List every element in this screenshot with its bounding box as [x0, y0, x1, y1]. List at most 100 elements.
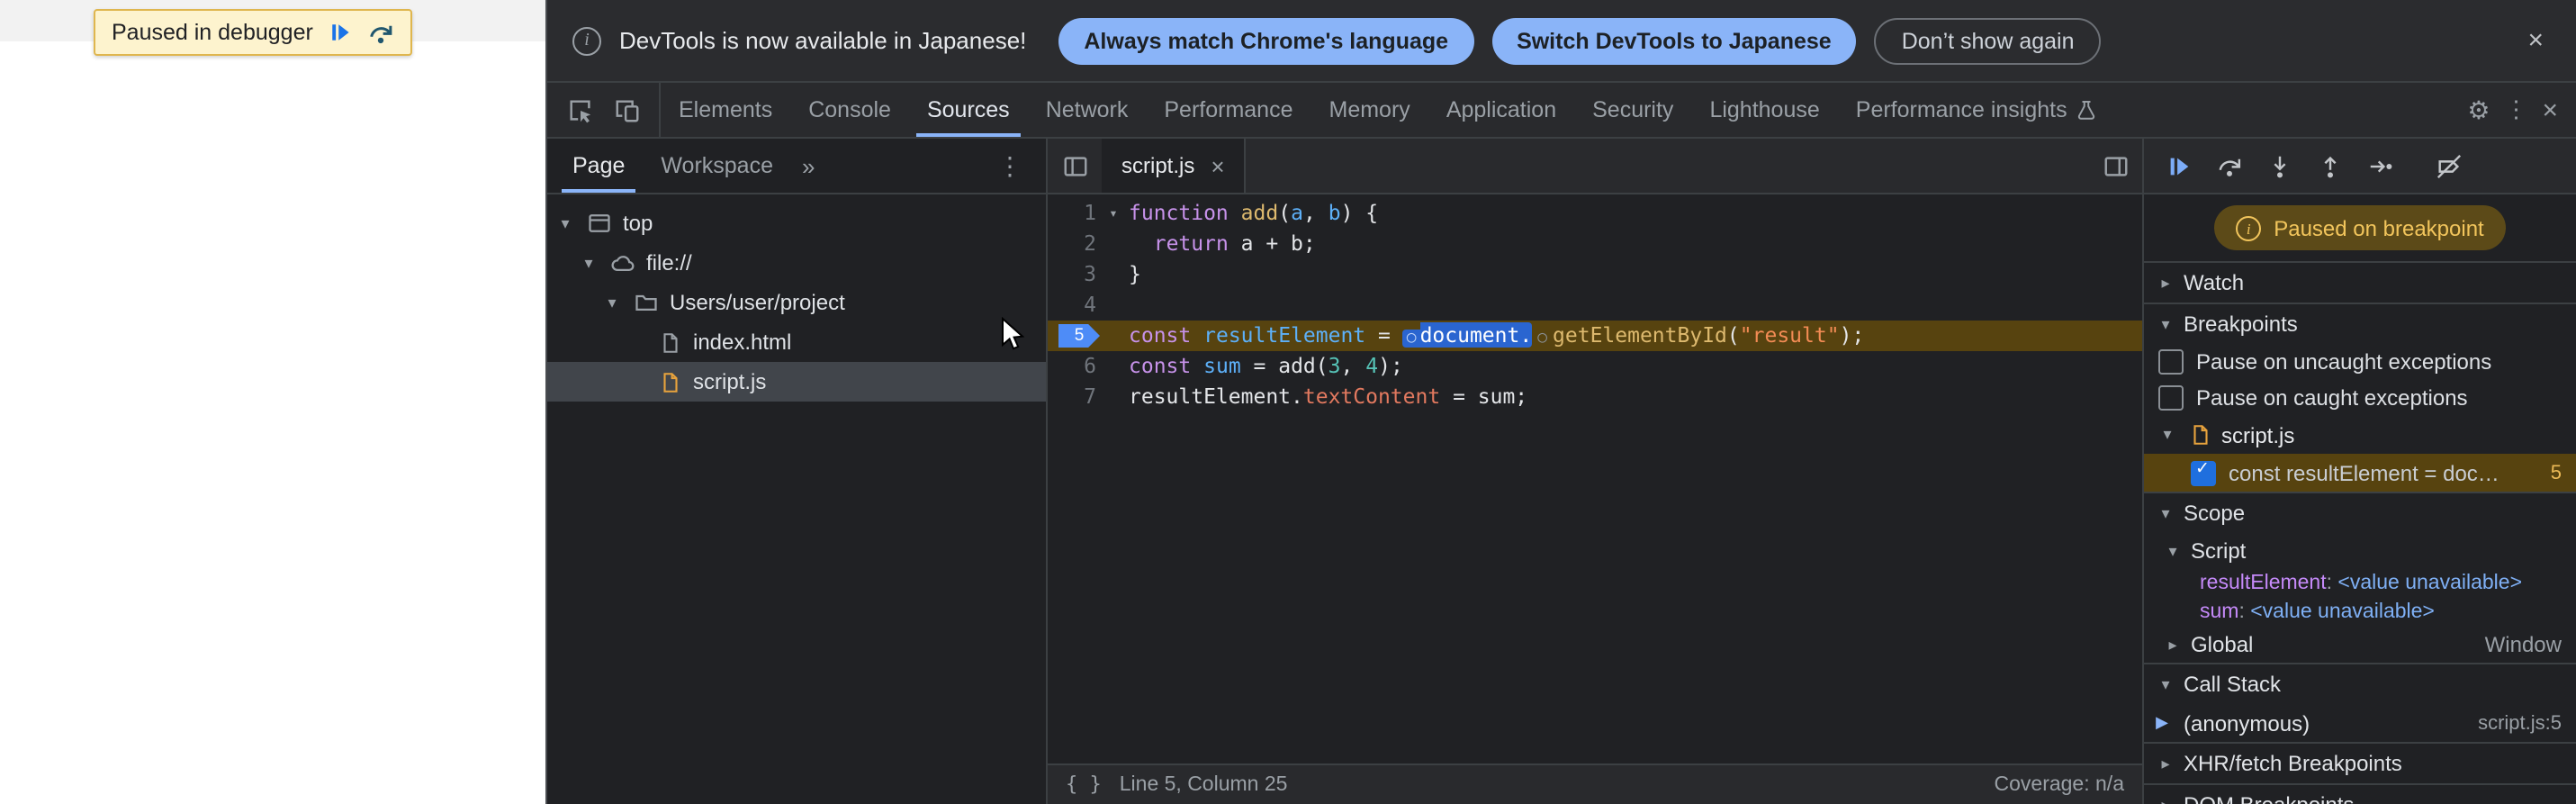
devtools-close-icon[interactable]: × — [2542, 95, 2558, 125]
pause-uncaught-exceptions-row[interactable]: Pause on uncaught exceptions — [2144, 344, 2576, 380]
chevron-down-icon[interactable]: ▾ — [578, 253, 599, 273]
infobar-close-icon[interactable]: × — [2520, 25, 2551, 56]
device-toolbar-icon[interactable] — [605, 88, 648, 131]
code-line-6[interactable]: 6 const sum = add(3, 4); — [1048, 351, 2142, 382]
code-line-7[interactable]: 7 resultElement.textContent = sum; — [1048, 382, 2142, 412]
tab-security[interactable]: Security — [1574, 83, 1691, 137]
code-area[interactable]: 1 ▾ function add(a, b) {2 return a + b; 3} 4… — [1048, 194, 2142, 763]
line-number[interactable]: 4 — [1048, 290, 1102, 321]
settings-gear-icon[interactable]: ⚙ — [2467, 95, 2490, 125]
tab-lighthouse[interactable]: Lighthouse — [1691, 83, 1837, 137]
resume-script-icon[interactable] — [328, 20, 353, 45]
step-over-icon[interactable] — [367, 19, 394, 46]
tree-item-label: file:// — [646, 250, 692, 276]
section-breakpoints[interactable]: ▾ Breakpoints — [2144, 303, 2576, 344]
navigator-menu-icon[interactable]: ⋮ — [981, 150, 1039, 181]
scope-script-row[interactable]: ▾ Script — [2144, 533, 2576, 569]
paused-badge-row: i Paused on breakpoint — [2144, 194, 2576, 261]
scope-variable-row[interactable]: resultElement: <value unavailable> — [2144, 569, 2576, 598]
breakpoint-entry-label: const resultElement = doc… — [2229, 460, 2499, 485]
chevron-down-icon: ▾ — [2168, 541, 2177, 559]
more-menu-icon[interactable]: ⋮ — [2500, 95, 2531, 124]
step-icon[interactable] — [2358, 144, 2403, 187]
step-into-icon[interactable] — [2257, 144, 2302, 187]
execution-line-marker[interactable]: 5 — [1048, 321, 1102, 351]
scope-global-row[interactable]: ▸ Global Window — [2144, 627, 2576, 663]
tree-item-top[interactable]: ▾ top — [547, 203, 1046, 243]
section-watch[interactable]: ▸ Watch — [2144, 261, 2576, 303]
code-line-1[interactable]: 1 ▾ function add(a, b) { — [1048, 198, 2142, 229]
tab-performance-insights[interactable]: Performance insights — [1838, 83, 2116, 137]
tab-network[interactable]: Network — [1028, 83, 1147, 137]
variable-name: sum — [2200, 601, 2239, 623]
deactivate-breakpoints-icon[interactable] — [2427, 144, 2472, 187]
breakpoint-arrow-marker[interactable]: 5 — [1058, 324, 1100, 348]
tab-application[interactable]: Application — [1428, 83, 1574, 137]
infobar-buttons: Always match Chrome's language Switch Dev… — [1058, 17, 2102, 64]
editor-tab-scriptjs[interactable]: script.js × — [1102, 139, 1247, 193]
pause-caught-exceptions-row[interactable]: Pause on caught exceptions — [2144, 380, 2576, 416]
tab-console[interactable]: Console — [790, 83, 909, 137]
code-line-2[interactable]: 2 return a + b; — [1048, 229, 2142, 259]
chevron-down-icon: ▾ — [2161, 314, 2170, 332]
pretty-print-icon[interactable]: { } — [1066, 772, 1102, 796]
fold-marker-icon[interactable]: ▾ — [1102, 198, 1125, 229]
infobar-button-don-t-show-again[interactable]: Don’t show again — [1874, 17, 2102, 64]
resume-script-icon[interactable] — [2157, 144, 2202, 187]
dom-breakpoints-label: DOM Breakpoints — [2184, 792, 2354, 804]
pause-uncaught-checkbox[interactable] — [2158, 349, 2184, 375]
code-text: resultElement.textContent = sum; — [1129, 384, 1528, 409]
tab-performance[interactable]: Performance — [1146, 83, 1311, 137]
inspect-element-icon[interactable] — [558, 88, 601, 131]
code-line-3[interactable]: 3} — [1048, 259, 2142, 290]
section-dom-breakpoints[interactable]: ▸ DOM Breakpoints — [2144, 783, 2576, 804]
chevron-down-icon[interactable]: ▾ — [554, 213, 576, 233]
breakpoint-file-group[interactable]: ▾ script.js — [2144, 416, 2576, 454]
call-stack-label: Call Stack — [2184, 672, 2282, 697]
code-line-4[interactable]: 4 — [1048, 290, 2142, 321]
tab-label: Network — [1045, 97, 1129, 122]
editor-status-bar: { } Line 5, Column 25 Coverage: n/a — [1048, 763, 2142, 804]
paused-badge-label: Paused on breakpoint — [2274, 215, 2484, 240]
scope-variable-row[interactable]: sum: <value unavailable> — [2144, 598, 2576, 627]
screen: Paused in debugger i DevTools is now ava… — [0, 0, 2576, 804]
infobar-button-always-match-chrome-s-language[interactable]: Always match Chrome's language — [1058, 17, 1474, 64]
variable-value: <value unavailable> — [2337, 573, 2523, 594]
toggle-debugger-sidebar-icon[interactable] — [2088, 139, 2142, 193]
tab-memory[interactable]: Memory — [1311, 83, 1428, 137]
breakpoint-checkbox[interactable] — [2191, 459, 2216, 485]
paused-on-breakpoint-badge: i Paused on breakpoint — [2214, 205, 2506, 250]
section-xhr-breakpoints[interactable]: ▸ XHR/fetch Breakpoints — [2144, 742, 2576, 783]
line-number[interactable]: 1 — [1048, 198, 1102, 229]
line-number[interactable]: 2 — [1048, 229, 1102, 259]
tree-item-index.html[interactable]: index.html — [547, 322, 1046, 362]
tab-sources[interactable]: Sources — [909, 83, 1028, 137]
line-number[interactable]: 3 — [1048, 259, 1102, 290]
tree-item-file-[interactable]: ▾ file:// — [547, 243, 1046, 283]
navigator-tab-workspace[interactable]: Workspace — [643, 139, 791, 193]
tree-item-script.js[interactable]: script.js — [547, 362, 1046, 402]
section-scope[interactable]: ▾ Scope — [2144, 492, 2576, 533]
code-text: } — [1129, 261, 1141, 286]
pause-caught-checkbox[interactable] — [2158, 385, 2184, 411]
editor-tab-close-icon[interactable]: × — [1211, 152, 1224, 179]
line-number[interactable]: 7 — [1048, 382, 1102, 412]
tab-elements[interactable]: Elements — [661, 83, 790, 137]
paused-in-debugger-banner: Paused in debugger — [94, 9, 412, 56]
infobar-button-switch-devtools-to-japanese[interactable]: Switch DevTools to Japanese — [1491, 17, 1857, 64]
tree-item-users-user-project[interactable]: ▾ Users/user/project — [547, 283, 1046, 322]
step-over-icon[interactable] — [2207, 144, 2252, 187]
toggle-navigator-icon[interactable] — [1048, 139, 1102, 193]
step-out-icon[interactable] — [2308, 144, 2353, 187]
navigator-tab-page[interactable]: Page — [554, 139, 643, 193]
section-call-stack[interactable]: ▾ Call Stack — [2144, 663, 2576, 704]
code-line-5[interactable]: 5 const resultElement = ○ document. ○ getEle… — [1048, 321, 2142, 351]
chevron-down-icon[interactable]: ▾ — [601, 293, 623, 312]
editor-tabstrip-spacer — [1247, 139, 2088, 193]
call-stack-frame[interactable]: ▶ (anonymous) script.js:5 — [2144, 704, 2576, 742]
navigator-overflow-icon[interactable]: » — [791, 152, 825, 179]
tab-label: Sources — [926, 97, 1010, 122]
line-number[interactable]: 6 — [1048, 351, 1102, 382]
breakpoint-entry[interactable]: const resultElement = doc… 5 — [2144, 454, 2576, 492]
tab-label: Lighthouse — [1709, 97, 1820, 122]
